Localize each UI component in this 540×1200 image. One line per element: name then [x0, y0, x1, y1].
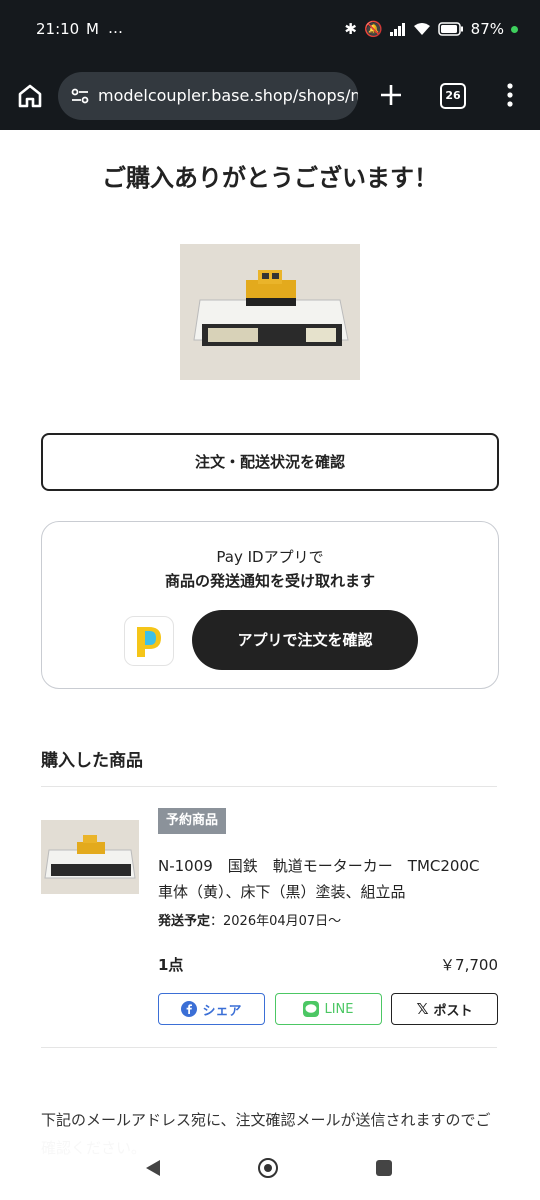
overflow-notifications: … — [108, 19, 123, 37]
x-post-button[interactable]: 𝕏 ポスト — [391, 993, 498, 1025]
shipping-date: 発送予定：2026年04月07日〜 — [158, 910, 341, 929]
bluetooth-icon: ✱ — [344, 20, 357, 38]
back-icon[interactable] — [144, 1158, 162, 1178]
status-bar: 21:10 M … ✱ 🔕 87% — [0, 0, 540, 60]
url-text[interactable]: modelcoupler.base.shop/shops/n — [98, 86, 358, 105]
tab-switcher-button[interactable]: 26 — [440, 83, 466, 109]
facebook-share-button[interactable]: シェア — [158, 993, 265, 1025]
payid-card: Pay IDアプリで 商品の発送通知を受け取れます アプリで注文を確認 — [41, 521, 499, 689]
clock: 21:10 — [36, 20, 80, 38]
browser-chrome: 21:10 M … ✱ 🔕 87% modelcoupler.base.shop… — [0, 0, 540, 130]
line-share-button[interactable]: LINE — [275, 993, 382, 1025]
shipping-value: ：2026年04月07日〜 — [210, 914, 342, 929]
x-post-label: ポスト — [433, 1003, 473, 1019]
gmail-icon: M — [86, 20, 99, 38]
product-image — [180, 244, 360, 380]
payid-text-line1: Pay IDアプリで — [216, 548, 324, 566]
facebook-share-label: シェア — [202, 1003, 242, 1019]
item-price: ￥7,700 — [440, 956, 498, 974]
preorder-badge: 予約商品 — [158, 808, 227, 834]
purchased-items-heading: 購入した商品 — [41, 751, 143, 771]
item-name[interactable]: N-1009 国鉄 軌道モーターカー TMC200C 車体（黄）、床下（黒）塗装… — [158, 853, 496, 905]
site-settings-icon[interactable] — [70, 86, 90, 106]
wifi-icon — [413, 23, 430, 35]
divider — [41, 1047, 497, 1048]
line-share-label: LINE — [324, 1001, 354, 1017]
new-tab-icon[interactable] — [378, 82, 404, 108]
battery-icon — [437, 22, 463, 36]
confirm-in-app-button[interactable]: アプリで注文を確認 — [192, 610, 418, 670]
recent-apps-icon[interactable] — [376, 1160, 392, 1176]
status-icons: ✱ 🔕 87% — [344, 20, 518, 38]
address-bar[interactable]: modelcoupler.base.shop/shops/n — [58, 72, 358, 120]
mute-icon: 🔕 — [363, 20, 383, 38]
line-icon — [303, 1001, 320, 1017]
order-status-button[interactable]: 注文・配送状況を確認 — [41, 433, 499, 491]
shipping-label: 発送予定 — [158, 914, 211, 929]
privacy-indicator-dot — [511, 25, 518, 33]
item-thumbnail[interactable] — [41, 820, 139, 894]
battery-percent: 87% — [470, 20, 504, 38]
system-nav-bar — [0, 1138, 540, 1200]
more-menu-icon[interactable] — [506, 82, 514, 108]
payid-text-line2: 商品の発送通知を受け取れます — [164, 572, 375, 590]
facebook-icon — [181, 1001, 198, 1017]
payid-logo-icon — [124, 616, 174, 666]
home-nav-icon[interactable] — [258, 1158, 278, 1178]
divider — [41, 786, 497, 787]
item-quantity: 1点 — [158, 956, 184, 974]
x-logo-icon: 𝕏 — [416, 1000, 429, 1018]
signal-icon — [389, 23, 405, 36]
page-title: ご購入ありがとうございます！ — [102, 164, 438, 192]
home-icon[interactable] — [16, 82, 44, 110]
